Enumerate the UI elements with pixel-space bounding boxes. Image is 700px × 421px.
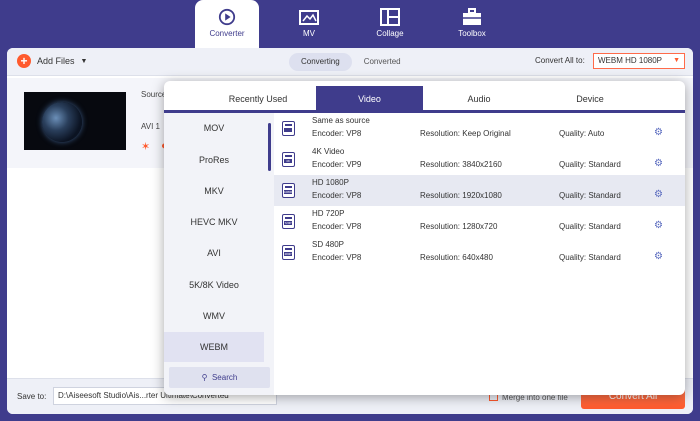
tab-recently-used[interactable]: Recently Used bbox=[208, 86, 308, 113]
convert-all-value: WEBM HD 1080P bbox=[598, 56, 663, 65]
preset-row[interactable]: 4K 4K Video Encoder: VP9 Resolution: 384… bbox=[274, 144, 685, 175]
tab-video[interactable]: Video bbox=[316, 86, 423, 113]
preset-quality: Quality: Auto bbox=[559, 129, 605, 138]
seg-converting[interactable]: Converting bbox=[289, 53, 352, 71]
format-panel: Recently Used Video Audio Device MOV Pro… bbox=[164, 81, 685, 395]
convert-all-label: Convert All to: bbox=[535, 56, 585, 65]
gear-icon[interactable]: ⚙ bbox=[654, 251, 663, 262]
preset-row[interactable]: 480P SD 480P Encoder: VP8 Resolution: 64… bbox=[274, 237, 685, 268]
tab-audio[interactable]: Audio bbox=[429, 86, 529, 113]
search-label: Search bbox=[211, 373, 238, 382]
video-file-icon: 1080P bbox=[282, 183, 295, 198]
format-search-button[interactable]: ⚲ Search bbox=[169, 367, 270, 388]
top-nav: Converter MV Collage Toolbox bbox=[0, 0, 700, 48]
status-segment: Converting Converted bbox=[289, 53, 413, 71]
gear-icon[interactable]: ⚙ bbox=[654, 189, 663, 200]
format-item-mov[interactable]: MOV bbox=[164, 113, 264, 143]
format-item-webm[interactable]: WEBM bbox=[164, 332, 264, 362]
video-file-icon: 720P bbox=[282, 214, 295, 229]
format-item-wmv[interactable]: WMV bbox=[164, 301, 264, 331]
preset-badge: 480P bbox=[284, 252, 292, 256]
collage-icon bbox=[380, 8, 400, 26]
preset-row[interactable]: Same as source Encoder: VP8 Resolution: … bbox=[274, 113, 685, 144]
tab-mv[interactable]: MV bbox=[277, 0, 341, 48]
tab-converter-label: Converter bbox=[209, 29, 245, 38]
tab-collage-label: Collage bbox=[376, 29, 404, 38]
tab-converter[interactable]: Converter bbox=[195, 0, 259, 48]
preset-resolution: Resolution: Keep Original bbox=[420, 129, 511, 138]
add-files-button[interactable]: + Add Files ▼ bbox=[17, 54, 87, 68]
preset-resolution: Resolution: 640x480 bbox=[420, 253, 493, 262]
preset-quality: Quality: Standard bbox=[559, 222, 621, 231]
add-files-label: Add Files bbox=[37, 56, 75, 66]
toolbar: + Add Files ▼ Converting Converted Conve… bbox=[7, 48, 693, 76]
preset-badge: 720P bbox=[284, 221, 292, 225]
preset-resolution: Resolution: 1280x720 bbox=[420, 222, 498, 231]
preset-badge bbox=[284, 128, 292, 132]
gear-icon[interactable]: ⚙ bbox=[654, 127, 663, 138]
chevron-down-icon[interactable]: ▼ bbox=[81, 58, 88, 65]
preset-quality: Quality: Standard bbox=[559, 253, 621, 262]
seg-converted[interactable]: Converted bbox=[352, 53, 413, 71]
search-icon: ⚲ bbox=[201, 373, 208, 382]
preset-encoder: Encoder: VP8 bbox=[312, 222, 362, 231]
preset-encoder: Encoder: VP8 bbox=[312, 191, 362, 200]
preset-quality: Quality: Standard bbox=[559, 160, 621, 169]
preset-badge: 1080P bbox=[284, 190, 292, 194]
preset-encoder: Encoder: VP9 bbox=[312, 160, 362, 169]
preset-resolution: Resolution: 3840x2160 bbox=[420, 160, 502, 169]
preset-name: 4K Video bbox=[312, 147, 345, 156]
tab-collage[interactable]: Collage bbox=[358, 0, 422, 48]
preset-resolution: Resolution: 1920x1080 bbox=[420, 191, 502, 200]
video-file-icon bbox=[282, 121, 295, 136]
mv-icon bbox=[299, 10, 319, 25]
preset-encoder: Encoder: VP8 bbox=[312, 129, 362, 138]
tab-device[interactable]: Device bbox=[540, 86, 640, 113]
save-to-label: Save to: bbox=[17, 392, 47, 401]
plus-icon: + bbox=[17, 54, 31, 68]
format-item-prores[interactable]: ProRes bbox=[164, 145, 264, 175]
format-item-5k8k[interactable]: 5K/8K Video bbox=[164, 270, 264, 300]
format-item-mkv[interactable]: MKV bbox=[164, 176, 264, 206]
convert-all-select[interactable]: WEBM HD 1080P ▼ bbox=[593, 53, 685, 69]
tab-toolbox[interactable]: Toolbox bbox=[440, 0, 504, 48]
enhance-icon[interactable]: ✶ bbox=[141, 140, 150, 153]
format-list-scrollbar[interactable] bbox=[268, 123, 271, 171]
preset-name: SD 480P bbox=[312, 240, 345, 249]
tab-toolbox-label: Toolbox bbox=[458, 29, 486, 38]
gear-icon[interactable]: ⚙ bbox=[654, 158, 663, 169]
video-file-icon: 480P bbox=[282, 245, 295, 260]
source-label: Source bbox=[141, 90, 167, 99]
preset-quality: Quality: Standard bbox=[559, 191, 621, 200]
preset-row[interactable]: 720P HD 720P Encoder: VP8 Resolution: 12… bbox=[274, 206, 685, 237]
preset-name: Same as source bbox=[312, 116, 370, 125]
format-item-avi[interactable]: AVI bbox=[164, 238, 264, 268]
format-list: MOV ProRes MKV HEVC MKV AVI 5K/8K Video … bbox=[164, 113, 274, 395]
preset-row[interactable]: 1080P HD 1080P Encoder: VP8 Resolution: … bbox=[274, 175, 685, 206]
preset-name: HD 1080P bbox=[312, 178, 349, 187]
chevron-down-icon: ▼ bbox=[673, 57, 680, 64]
tab-mv-label: MV bbox=[303, 29, 315, 38]
earth-image bbox=[42, 102, 82, 142]
format-tabs: Recently Used Video Audio Device bbox=[164, 86, 685, 113]
preset-encoder: Encoder: VP8 bbox=[312, 253, 362, 262]
toolbox-icon bbox=[463, 8, 481, 25]
video-thumbnail[interactable] bbox=[24, 92, 126, 150]
format-label: AVI 1 bbox=[141, 122, 160, 131]
gear-icon[interactable]: ⚙ bbox=[654, 220, 663, 231]
format-item-hevc-mkv[interactable]: HEVC MKV bbox=[164, 207, 264, 237]
preset-badge: 4K bbox=[284, 159, 292, 163]
converter-icon bbox=[218, 8, 236, 26]
video-file-icon: 4K bbox=[282, 152, 295, 167]
preset-name: HD 720P bbox=[312, 209, 345, 218]
